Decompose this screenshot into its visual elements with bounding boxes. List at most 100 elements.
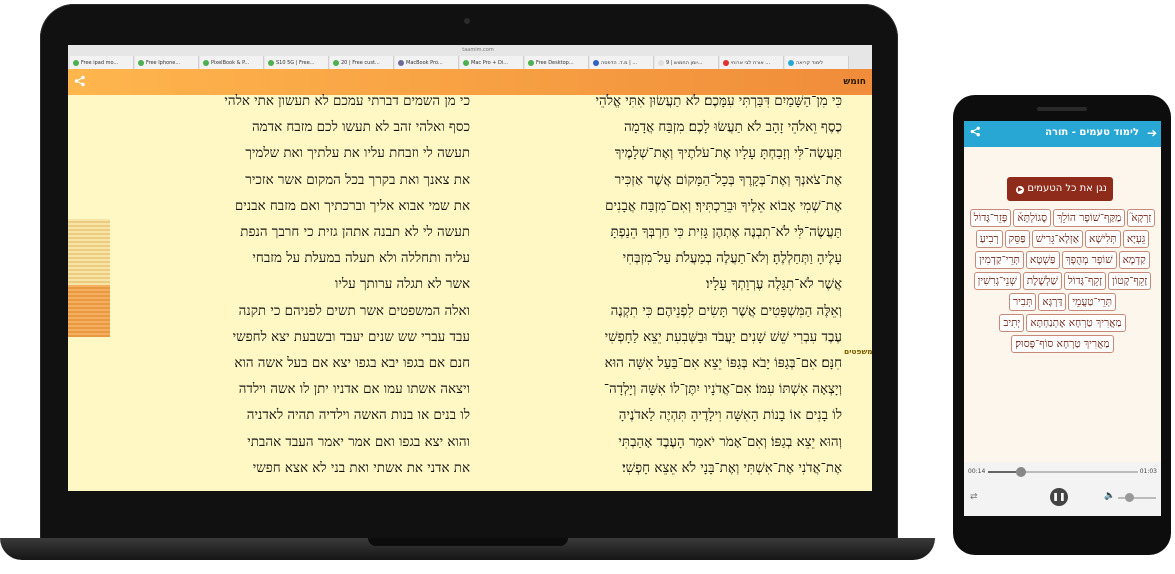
tab-favicon-icon: [723, 59, 729, 66]
text-line[interactable]: את אדני את אשתי ואת בני לא אצא חפשי: [94, 456, 470, 482]
taam-button[interactable]: תְּרֵי־קַדְמִין: [975, 251, 1024, 269]
volume-knob[interactable]: [1125, 493, 1135, 502]
volume-icon[interactable]: 🔈: [1104, 491, 1115, 501]
progress-knob[interactable]: [1016, 467, 1026, 477]
text-line[interactable]: עֶבֶד עִבְרִי שֵׁשׁ שָׁנִים יַעֲבֹד וּבַ…: [478, 325, 842, 351]
taam-button[interactable]: זָקֵף־קָטוֹן: [1108, 272, 1152, 290]
taam-button[interactable]: זַרְקָא֮: [1127, 209, 1156, 227]
browser-tab[interactable]: S10 5G | Free...: [265, 56, 329, 69]
taam-button[interactable]: סֶגוֹלְתָּא֒: [1013, 209, 1052, 227]
shuffle-icon[interactable]: ⇄: [970, 492, 978, 502]
text-line[interactable]: תַּעֲשֶׂה־לִּי וְזָבַחְתָּ עָלָיו אֶת־עֹ…: [478, 141, 842, 167]
tab-favicon-icon: [333, 59, 339, 66]
vocalized-text-column: כִּי מִן־הַשָּׁמַיִם דִּבַּרְתִּי עִמָּכ…: [478, 89, 842, 482]
taam-button[interactable]: תְּלִישָׁא: [1085, 230, 1121, 248]
text-line[interactable]: כי מן השמים דברתי עמכם לא תעשון אתי אלהי: [94, 89, 470, 115]
taam-button[interactable]: מַאֲרִיךְ טַרְחָא אֶתְנַחְתָּא: [1026, 314, 1126, 332]
text-line[interactable]: וְאֵלֶּה הַמִּשְׁפָּטִים אֲשֶׁר תָּשִׂים…: [478, 299, 842, 325]
app-brand: חומש: [843, 77, 866, 87]
taam-button[interactable]: גֵּעְיָא: [1122, 230, 1150, 248]
browser-tab[interactable]: 20 | Free cust...: [330, 56, 394, 69]
text-line[interactable]: תַּעֲשֶׂה־לִּי לֹא־תִבְנֶה אֶתְהֶן גָּזִ…: [478, 220, 842, 246]
browser-tab[interactable]: MacBook Pro...: [395, 56, 459, 69]
taam-button[interactable]: פָּזֵר־גָּדוֹל: [969, 209, 1012, 227]
play-all-button[interactable]: נגן את כל הטעמים ▶: [1007, 177, 1113, 201]
phone-speaker: [1037, 107, 1087, 111]
text-line[interactable]: וְיָצְאָה אִשְׁתּוֹ עִמּוֹ׃ אִם־אֲדֹנָיו…: [478, 377, 842, 403]
laptop-screen: taamim.com Free ipad mo... Free Iphone...…: [68, 45, 872, 491]
taam-button[interactable]: תְּרֵי־טַעֲמֵי: [1068, 293, 1116, 311]
text-line[interactable]: עליה ותחללה ולא תעלה במעלת על מזבחי: [94, 246, 470, 272]
taam-button[interactable]: קַדְמָא: [1118, 251, 1150, 269]
text-line[interactable]: חנם אם בגפו יבא בגפו יצא אם בעל אשה הוא: [94, 351, 470, 377]
browser-tab[interactable]: לימוד קריאה: [785, 56, 849, 69]
taam-button[interactable]: פַּסֵּק: [1004, 230, 1030, 248]
browser-tab[interactable]: Free ipad mo...: [70, 56, 134, 69]
taamim-list: זַרְקָא֮ מַקַּף־שׁוֹפָר הוֹלֵךְ סֶגוֹלְתָּ…: [968, 209, 1157, 353]
text-line[interactable]: וְהוּא יֵצֵא בְגַפּוֹ׃ וְאִם־אָמֹר יֹאמַ…: [478, 430, 842, 456]
browser-tab[interactable]: מ.ד. הדפסה | ...: [590, 56, 654, 69]
text-line[interactable]: אֶת־אֲדֹנִי אֶת־אִשְׁתִּי וְאֶת־בָּנָי ל…: [478, 456, 842, 482]
tab-favicon-icon: [593, 59, 599, 66]
taam-button[interactable]: רְבִיעַ: [975, 230, 1003, 248]
play-icon: ▶: [1016, 186, 1025, 194]
share-icon[interactable]: [970, 126, 981, 140]
play-all-label: נגן את כל הטעמים: [1027, 183, 1107, 194]
taam-button[interactable]: שְׁנֵי־גְרִשִׁין: [973, 272, 1021, 290]
text-line[interactable]: חִנָּם׃ אִם־בְּגַפּוֹ יָבֹא בְּגַפּוֹ יֵ…: [478, 351, 842, 377]
arrow-right-icon[interactable]: ➔: [1147, 126, 1157, 140]
taam-button[interactable]: שׁוֹפָר מְהֻפָּךְ: [1061, 251, 1117, 269]
text-line[interactable]: כֶסֶף וֵאלֹהֵי זָהָב לֹא תַעֲשׂוּ לָכֶם׃…: [478, 115, 842, 141]
tab-label: מ.ד. הדפסה | ...: [601, 59, 638, 66]
browser-tab[interactable]: PixelBook & P...: [200, 56, 264, 69]
section-label: משפטים: [844, 347, 872, 356]
progress-track[interactable]: [988, 467, 1138, 477]
text-line[interactable]: ויצאה אשתו עמו אם אדניו יתן לו אשה וילדה: [94, 377, 470, 403]
audio-player: 00:14 01:03 ⇄ ❚❚ 🔈: [964, 462, 1161, 516]
text-line[interactable]: לוֹ בָנִים אוֹ בָנוֹת הָאִשָּׁה וִילָדֶי…: [478, 403, 842, 429]
text-line[interactable]: לו בנים או בנות האשה וילדיה תהיה לאדניה: [94, 403, 470, 429]
taam-button[interactable]: תְּבִיר: [1009, 293, 1037, 311]
share-icon[interactable]: [74, 75, 88, 89]
taam-button[interactable]: שַׁלְשֶׁלֶת: [1022, 272, 1062, 290]
text-line[interactable]: תעשה לי וזבחת עליו את עלתיך ואת שלמיך: [94, 141, 470, 167]
text-line[interactable]: את שמי אבוא אליך וברכתיך ואם מזבח אבנים: [94, 194, 470, 220]
address-bar[interactable]: taamim.com: [408, 46, 548, 54]
taam-button[interactable]: אַזְלָא־גֵּרִישׁ: [1031, 230, 1084, 248]
text-line[interactable]: תעשה לי לא תבנה אתהן גזית כי חרבך הנפת: [94, 220, 470, 246]
tab-label: יומן החמוש | 9...: [666, 59, 703, 66]
text-line[interactable]: עבד עברי שש שנים יעבד ובשבעת יצא לחפשי: [94, 325, 470, 351]
text-line[interactable]: כִּי מִן־הַשָּׁמַיִם דִּבַּרְתִּי עִמָּכ…: [478, 89, 842, 115]
phone-content: נגן את כל הטעמים ▶ זַרְקָא֮ מַקַּף־שׁוֹפָ…: [964, 147, 1161, 462]
browser-tab[interactable]: יומן החמוש | 9...: [655, 56, 719, 69]
tab-favicon-icon: [658, 59, 664, 66]
taam-button[interactable]: מַקַּף־שׁוֹפָר הוֹלֵךְ: [1053, 209, 1126, 227]
taam-button[interactable]: זָקֵף־גָּדוֹל: [1063, 272, 1106, 290]
text-line[interactable]: אֲשֶׁר לֹא־תִגָּלֶה עֶרְוָתְךָ עָלָיו׃: [478, 272, 842, 298]
text-line[interactable]: ואלה המשפטים אשר תשים לפניהם כי תקנה: [94, 299, 470, 325]
volume-track[interactable]: [1118, 497, 1156, 499]
tab-label: לימוד קריאה: [796, 59, 824, 66]
tab-label: S10 5G | Free...: [276, 59, 315, 66]
browser-tab[interactable]: Mac Pro + Di...: [460, 56, 524, 69]
taam-button[interactable]: מַאֲרִיךְ טַרְחָא סוֹף־פָּסוּק׃: [1011, 335, 1114, 353]
tab-label: Free ipad mo...: [81, 59, 119, 66]
tab-label: Free Iphone...: [146, 59, 181, 66]
text-line[interactable]: עָלֶיהָ וַתְּחַלְלֶהָ׃ וְלֹא־תַעֲלֶה בְמ…: [478, 246, 842, 272]
phone-screen: לימוד טעמים - תורה ➔ נגן את כל הטעמים ▶ …: [964, 121, 1161, 516]
text-line[interactable]: את צאנך ואת בקרך בכל המקום אשר אזכיר: [94, 168, 470, 194]
tab-label: PixelBook & P...: [211, 59, 250, 66]
taam-button[interactable]: יְתִיב: [999, 314, 1025, 332]
taam-button[interactable]: דַּרְגָּא: [1038, 293, 1067, 311]
text-line[interactable]: כסף ואלהי זהב לא תעשו לכם מזבח אדמה: [94, 115, 470, 141]
browser-tab[interactable]: Free Iphone...: [135, 56, 199, 69]
text-line[interactable]: והוא יצא בגפו ואם אמר יאמר העבד אהבתי: [94, 430, 470, 456]
text-line[interactable]: אשר לא תגלה ערותך עליו: [94, 272, 470, 298]
text-line[interactable]: אֶת־צֹאנְךָ וְאֶת־בְּקָרֶךָ בְּכָל־הַמָּ…: [478, 168, 842, 194]
pause-button[interactable]: ❚❚: [1050, 488, 1068, 506]
browser-tab[interactable]: Free Desktop...: [525, 56, 589, 69]
text-line[interactable]: אֶת־שְׁמִי אָבוֹא אֵלֶיךָ וּבֵרַכְתִּיךָ…: [478, 194, 842, 220]
browser-tab[interactable]: אורח לבי ארוחי ...: [720, 56, 784, 69]
taam-button[interactable]: פַּשְׁטָא: [1025, 251, 1060, 269]
laptop-camera: [464, 18, 470, 24]
